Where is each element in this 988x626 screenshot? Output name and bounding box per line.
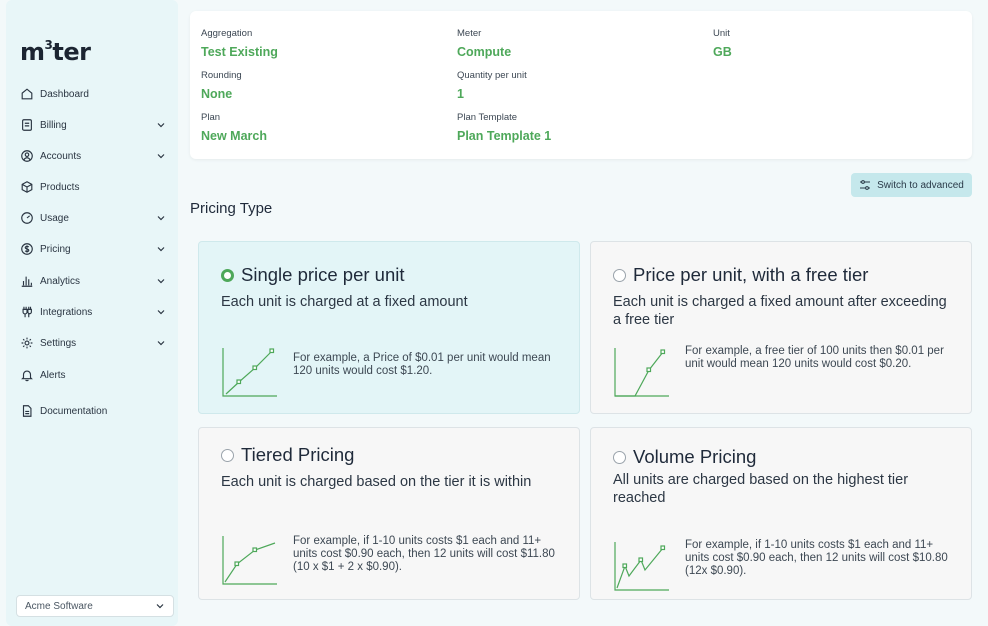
sidebar-item-documentation[interactable]: Documentation [20,400,170,422]
chevron-down-icon[interactable] [154,151,168,161]
sidebar-item-pricing[interactable]: Pricing [20,238,170,260]
sidebar-item-analytics[interactable]: Analytics [20,270,170,292]
chevron-down-icon[interactable] [154,244,168,254]
sidebar-item-dashboard[interactable]: Dashboard [20,83,170,105]
user-circle-icon [21,150,33,162]
home-icon [21,88,33,100]
chevron-down-icon[interactable] [154,307,168,317]
pricing-type-heading: Pricing Type [190,200,273,217]
rounding-field: Rounding None [201,70,242,101]
sidebar: m3ter Dashboard Billing Accounts Product… [6,0,178,626]
document-icon [22,405,32,417]
unit-field: Unit GB [713,28,732,59]
aggregation-field: Aggregation Test Existing [201,28,278,59]
plan-field: Plan New March [201,112,267,143]
radio-unselected[interactable] [221,448,234,462]
chevron-down-icon[interactable] [154,338,168,348]
chevron-down-icon[interactable] [154,213,168,223]
sidebar-item-accounts[interactable]: Accounts [20,145,170,167]
quantity-per-unit-field: Quantity per unit 1 [457,70,527,101]
pricing-option-title: Volume Pricing [633,446,757,467]
free-tier-graph-icon [614,348,669,397]
meter-field: Meter Compute [457,28,512,59]
invoice-icon [22,119,32,131]
pricing-option-example: For example, if 1-10 units costs $1 each… [685,539,948,577]
pricing-option-title: Single price per unit [241,264,405,285]
pricing-option-description: Each unit is charged at a fixed amount [221,294,468,310]
pricing-option-volume[interactable]: Volume Pricing All units are charged bas… [590,427,972,600]
linear-price-graph-icon [222,348,277,397]
tiered-price-graph-icon [222,536,277,585]
sidebar-item-billing[interactable]: Billing [20,114,170,136]
radio-selected[interactable] [221,268,234,282]
pricing-option-description: All units are charged based on the highe… [613,472,909,506]
sidebar-item-usage[interactable]: Usage [20,207,170,229]
sidebar-item-integrations[interactable]: Integrations [20,301,170,323]
radio-unselected[interactable] [613,450,626,464]
box-icon [21,181,33,193]
pricing-option-description: Each unit is charged a fixed amount afte… [613,294,947,328]
chevron-down-icon[interactable] [154,120,168,130]
pricing-option-example: For example, a Price of $0.01 per unit w… [293,352,551,377]
chevron-down-icon [156,604,164,609]
volume-price-graph-icon [614,542,669,591]
sidebar-item-alerts[interactable]: Alerts [20,364,170,386]
sidebar-item-products[interactable]: Products [20,176,170,198]
plug-icon [22,306,32,318]
pricing-option-tiered[interactable]: Tiered Pricing Each unit is charged base… [198,427,580,600]
pricing-option-description: Each unit is charged based on the tier i… [221,474,532,490]
pricing-option-single-price[interactable]: Single price per unit Each unit is charg… [198,241,580,414]
sidebar-item-settings[interactable]: Settings [20,332,170,354]
pricing-option-free-tier[interactable]: Price per unit, with a free tier Each un… [590,241,972,414]
bar-chart-icon [21,276,33,287]
bell-icon [21,370,33,382]
pricing-option-title: Price per unit, with a free tier [633,264,869,285]
meter-logo[interactable]: m3ter [20,38,91,66]
plan-template-field: Plan Template Plan Template 1 [457,112,552,143]
pricing-option-example: For example, if 1-10 units costs $1 each… [293,535,555,573]
plan-summary-panel: Aggregation Test Existing Meter Compute … [190,11,972,159]
gauge-icon [21,212,33,224]
pricing-option-example: For example, a free tier of 100 units th… [685,345,944,370]
sliders-icon [860,180,871,190]
organization-select[interactable]: Acme Software [16,595,174,617]
switch-to-advanced-button[interactable]: Switch to advanced [851,173,972,197]
chevron-down-icon[interactable] [154,276,168,286]
pricing-option-title: Tiered Pricing [241,444,355,465]
dollar-icon [21,243,33,255]
radio-unselected[interactable] [613,268,626,282]
gear-icon [21,337,33,349]
